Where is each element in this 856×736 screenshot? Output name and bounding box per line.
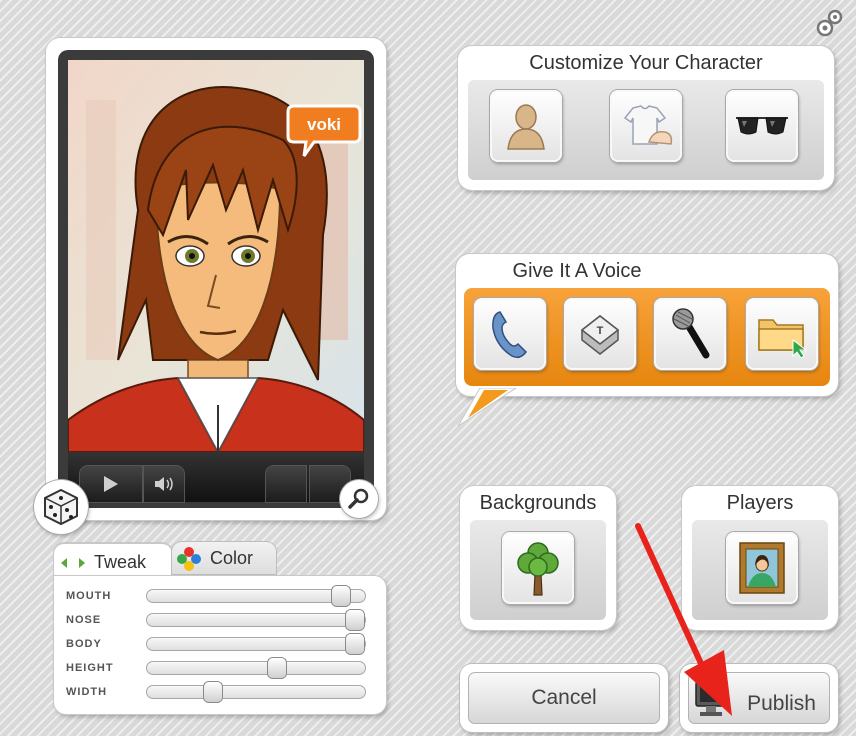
randomize-button[interactable] (34, 480, 88, 534)
zoom-button[interactable] (340, 480, 378, 518)
slider-height[interactable] (146, 658, 366, 678)
arrows-icon (61, 558, 85, 568)
slider-label-width: WIDTH (66, 686, 108, 698)
head-button[interactable] (490, 90, 562, 162)
slider-label-body: BODY (66, 638, 102, 650)
control-slot-1[interactable] (266, 466, 306, 502)
text-to-speech-button[interactable]: T (564, 298, 636, 370)
slider-label-nose: NOSE (66, 614, 102, 626)
slider-thumb[interactable] (332, 586, 350, 606)
folder-icon (758, 319, 808, 358)
color-dots-icon (177, 547, 201, 571)
sunglasses-icon (736, 117, 788, 135)
clothing-icon (623, 105, 673, 145)
slider-body[interactable] (146, 634, 366, 654)
voice-title: Give It A Voice (512, 260, 642, 282)
clothing-button[interactable] (610, 90, 682, 162)
slider-thumb[interactable] (346, 634, 364, 654)
tweak-panel: MOUTH NOSE BODY HEIGHT WIDTH (54, 576, 386, 714)
key-letter: T (597, 325, 604, 337)
character-preview-panel: voki (46, 38, 386, 520)
slider-thumb[interactable] (346, 610, 364, 630)
annotation-arrow (635, 523, 732, 716)
gear-circles-icon[interactable] (812, 6, 846, 40)
play-button[interactable] (80, 466, 142, 502)
dice-icon (44, 488, 78, 526)
phone-button[interactable] (474, 298, 546, 370)
backgrounds-panel: Backgrounds (460, 486, 616, 630)
tab-color[interactable]: Color (172, 542, 276, 574)
customize-title: Customize Your Character (529, 52, 763, 74)
backgrounds-title: Backgrounds (479, 492, 597, 514)
speech-bubble-tail (457, 388, 517, 427)
play-icon (104, 476, 118, 492)
tab-color-label: Color (210, 548, 254, 568)
accessories-button[interactable] (726, 90, 798, 162)
microphone-icon (672, 308, 710, 359)
head-silhouette-icon (507, 104, 545, 150)
volume-icon (155, 477, 173, 491)
magnifier-icon (348, 488, 369, 509)
players-title: Players (726, 492, 794, 514)
voice-panel: Give It A Voice T (456, 254, 838, 396)
upload-audio-button[interactable] (746, 298, 818, 370)
customize-panel: Customize Your Character (458, 46, 834, 190)
character-avatar: voki (68, 60, 364, 452)
phone-icon (492, 311, 527, 359)
slider-label-mouth: MOUTH (66, 590, 112, 602)
tab-tweak-label: Tweak (94, 552, 147, 572)
voki-badge-text: voki (307, 115, 341, 134)
volume-button[interactable] (144, 466, 184, 502)
keyboard-key-icon: T (580, 315, 620, 355)
slider-mouth[interactable] (146, 586, 366, 606)
microphone-button[interactable] (654, 298, 726, 370)
slider-width[interactable] (146, 682, 366, 702)
tab-tweak[interactable]: Tweak (54, 544, 172, 580)
slider-label-height: HEIGHT (66, 662, 114, 674)
backgrounds-button[interactable] (502, 532, 574, 604)
slider-thumb[interactable] (204, 682, 222, 702)
slider-nose[interactable] (146, 610, 366, 630)
tree-icon (517, 542, 559, 596)
slider-thumb[interactable] (268, 658, 286, 678)
